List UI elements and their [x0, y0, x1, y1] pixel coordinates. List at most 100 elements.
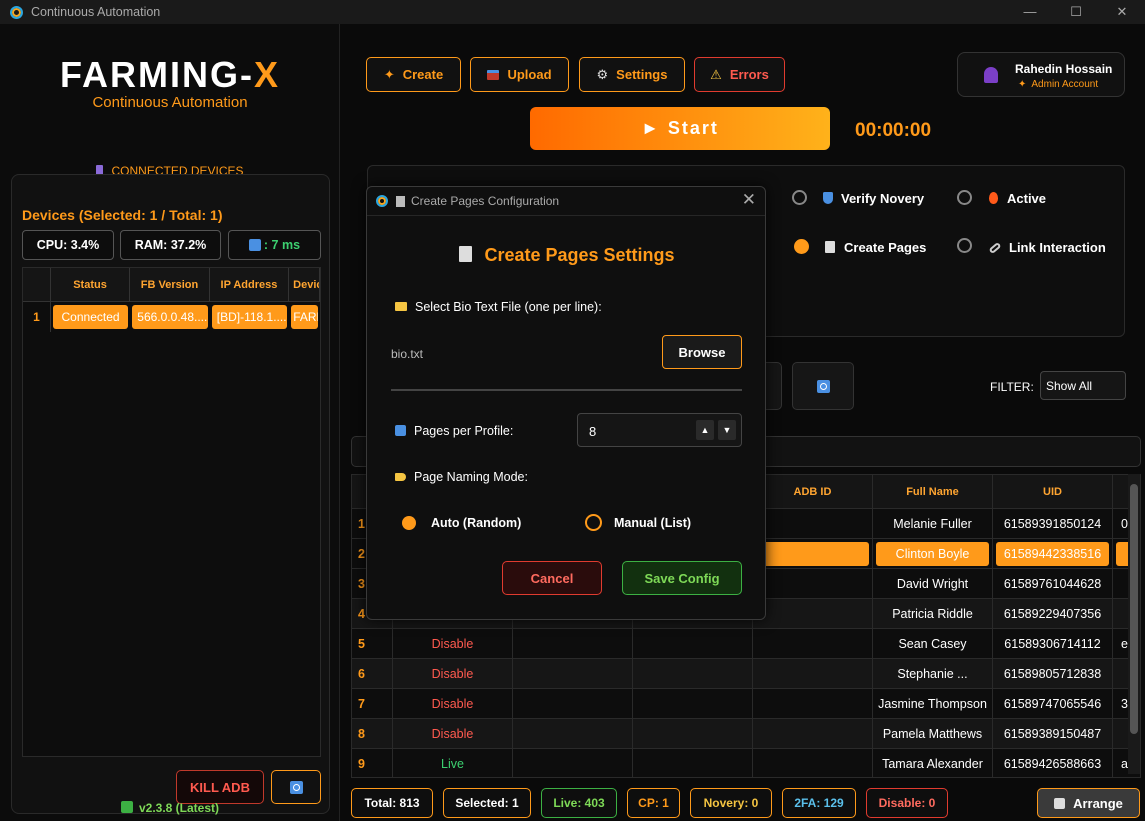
create-pages-option[interactable]: Create Pages: [825, 240, 926, 255]
user-profile[interactable]: Rahedin Hossain ✦ Admin Account: [957, 52, 1125, 97]
row-full-name: Tamara Alexander: [873, 749, 993, 777]
manual-mode-option[interactable]: Manual (List): [614, 516, 691, 530]
row-index: 6: [352, 659, 393, 689]
verify-novery-radio[interactable]: [792, 190, 807, 205]
refresh-accounts-button[interactable]: [792, 362, 854, 410]
selected-count: Selected: 1: [443, 788, 531, 818]
row-index: 8: [352, 719, 393, 749]
browse-button[interactable]: Browse: [662, 335, 742, 369]
twofa-count: 2FA: 129: [782, 788, 856, 818]
table-row[interactable]: 6 Disable Stephanie ... 61589805712838: [352, 659, 1140, 689]
row-status: Disable: [393, 719, 513, 749]
save-config-button[interactable]: Save Config: [622, 561, 742, 595]
cpu-stat: CPU: 3.4%: [22, 230, 114, 260]
link-icon: [988, 241, 1002, 255]
row-uid: 61589426588663: [993, 749, 1113, 777]
devices-panel: Devices (Selected: 1 / Total: 1) CPU: 3.…: [11, 174, 330, 814]
dialog-heading: Create Pages Settings: [367, 245, 767, 266]
row-uid: 61589306714112: [993, 629, 1113, 659]
close-icon[interactable]: ✕: [742, 190, 756, 210]
row-uid: 61589442338516: [993, 539, 1113, 569]
upload-button[interactable]: Upload: [470, 57, 569, 92]
folder-icon: [395, 302, 407, 311]
row-index: 5: [352, 629, 393, 659]
minimize-icon[interactable]: —: [1007, 0, 1053, 24]
check-icon: [120, 801, 133, 813]
close-window-icon[interactable]: ✕: [1099, 0, 1145, 24]
col-device[interactable]: Devic: [289, 268, 320, 302]
document-icon: [396, 195, 405, 207]
cancel-button[interactable]: Cancel: [502, 561, 602, 595]
table-row[interactable]: 9 Live Tamara Alexander 61589426588663 a: [352, 749, 1140, 777]
increment-icon[interactable]: ▲: [696, 420, 714, 440]
device-row[interactable]: 1 Connected 566.0.0.48.... [BD]-118.1...…: [23, 302, 320, 332]
col-fb-version[interactable]: FB Version: [130, 268, 210, 302]
settings-button[interactable]: ⚙ Settings: [579, 57, 685, 92]
device-name: FARM: [291, 305, 319, 329]
create-pages-radio[interactable]: [794, 239, 809, 254]
bio-file-label: Select Bio Text File (one per line):: [395, 300, 602, 314]
active-option[interactable]: Active: [989, 191, 1046, 206]
upload-icon: [487, 69, 500, 80]
devices-summary: Devices (Selected: 1 / Total: 1): [22, 207, 223, 223]
decrement-icon[interactable]: ▼: [718, 420, 736, 440]
warning-icon: ⚠: [710, 66, 722, 82]
maximize-icon[interactable]: ☐: [1053, 0, 1099, 24]
row-status: Disable: [393, 629, 513, 659]
pages-per-profile-stepper[interactable]: 8 ▲ ▼: [577, 413, 742, 447]
filter-label: FILTER:: [990, 380, 1034, 394]
row-status: Disable: [393, 689, 513, 719]
app-icon: [10, 5, 23, 19]
brand-logo: FARMING-X: [60, 54, 280, 95]
table-row[interactable]: 5 Disable Sean Casey 61589306714112 e: [352, 629, 1140, 659]
device-table: Status FB Version IP Address Devic 1 Con…: [22, 267, 321, 757]
col-ip-address[interactable]: IP Address: [209, 268, 290, 302]
row-full-name: Sean Casey: [873, 629, 993, 659]
table-row[interactable]: 8 Disable Pamela Matthews 61589389150487: [352, 719, 1140, 749]
start-button[interactable]: ► Start: [530, 107, 830, 150]
ping-stat: : 7 ms: [228, 230, 321, 260]
col-adb-id[interactable]: ADB ID: [753, 475, 873, 509]
document-icon: [825, 241, 835, 253]
link-interaction-option[interactable]: Link Interaction: [988, 240, 1106, 255]
version-label: v2.3.8 (Latest): [0, 801, 340, 815]
row-index: 7: [352, 689, 393, 719]
dialog-titlebar: Create Pages Configuration ✕: [367, 187, 765, 216]
verify-novery-option[interactable]: Verify Novery: [823, 191, 924, 206]
table-row[interactable]: 7 Disable Jasmine Thompson 61589747065546 3: [352, 689, 1140, 719]
refresh-icon: [289, 780, 303, 794]
document-icon: [459, 246, 473, 262]
col-full-name[interactable]: Full Name: [873, 475, 993, 509]
pages-value: 8: [589, 424, 597, 439]
sparkle-icon: ✦: [1018, 79, 1027, 90]
auto-mode-option[interactable]: Auto (Random): [431, 516, 521, 530]
col-status[interactable]: Status: [50, 268, 131, 302]
pages-per-profile-label: Pages per Profile:: [395, 424, 513, 438]
scroll-thumb[interactable]: [1130, 484, 1138, 734]
active-radio[interactable]: [957, 190, 972, 205]
signal-icon: [248, 239, 261, 251]
link-interaction-radio[interactable]: [957, 238, 972, 253]
table-scrollbar[interactable]: [1128, 474, 1140, 774]
errors-button[interactable]: ⚠ Errors: [694, 57, 785, 92]
brand: FARMING-X Continuous Automation: [0, 54, 340, 111]
arrange-button[interactable]: Arrange: [1037, 788, 1140, 818]
filter-select[interactable]: Show All: [1040, 371, 1126, 400]
row-uid: 61589229407356: [993, 599, 1113, 629]
selected-cell: Clinton Boyle: [876, 541, 989, 566]
kill-adb-button[interactable]: KILL ADB: [176, 770, 264, 804]
refresh-devices-button[interactable]: [271, 770, 321, 804]
row-index: 9: [352, 749, 393, 777]
row-uid: 61589805712838: [993, 659, 1113, 689]
window-controls: — ☐ ✕: [1007, 0, 1145, 24]
auto-mode-radio[interactable]: [402, 516, 416, 530]
create-button[interactable]: ✦ Create: [366, 57, 461, 92]
col-uid[interactable]: UID: [993, 475, 1113, 509]
window-icon: [1054, 797, 1066, 809]
tag-icon: [395, 473, 406, 481]
user-name: Rahedin Hossain: [1015, 62, 1113, 76]
run-timer: 00:00:00: [855, 120, 932, 141]
manual-mode-radio[interactable]: [585, 514, 602, 531]
refresh-icon: [816, 379, 830, 393]
gear-icon: ⚙: [596, 66, 609, 82]
